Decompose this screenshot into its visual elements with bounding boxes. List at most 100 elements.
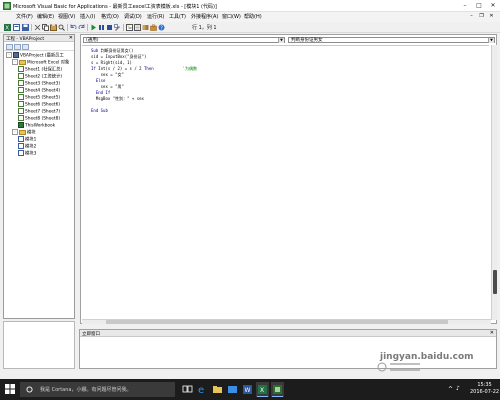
run-icon[interactable]: [90, 24, 97, 31]
project-explorer-title: 工程 - VBAProject: [6, 37, 45, 42]
tree-node-label: Microsoft Excel 对象: [27, 60, 70, 66]
menu-view[interactable]: 视图(V): [58, 13, 75, 21]
close-icon[interactable]: ✕: [490, 330, 494, 336]
windows-start-icon[interactable]: [5, 384, 15, 394]
tree-node[interactable]: Sheet2 (工资统计): [18, 73, 62, 80]
clock[interactable]: 15:35 2016-07-22: [470, 382, 499, 396]
minimize-icon[interactable]: –: [458, 0, 472, 11]
save-icon[interactable]: [22, 24, 29, 31]
task-view-icon[interactable]: [181, 382, 194, 397]
menu-file[interactable]: 文件(F): [16, 13, 33, 21]
object-dropdown[interactable]: (通用) ▼: [83, 37, 285, 43]
clock-time: 15:35: [477, 382, 492, 388]
proj-icon: [13, 52, 19, 58]
scrollbar-thumb[interactable]: [493, 270, 497, 294]
tree-node[interactable]: ThisWorkbook: [18, 122, 55, 129]
break-icon[interactable]: [98, 24, 105, 31]
child-close-icon[interactable]: ✕: [488, 13, 495, 20]
sheet-icon: [18, 101, 24, 107]
tree-node-label: Sheet7 (Sheet7): [25, 109, 61, 115]
tree-node[interactable]: Sheet8 (Sheet8): [18, 115, 60, 122]
store-icon[interactable]: [226, 382, 239, 397]
tree-node[interactable]: Sheet3 (Sheet3): [18, 80, 60, 87]
tree-node[interactable]: - VBAProject (最新员工: [6, 52, 64, 59]
tree-node[interactable]: Sheet4 (Sheet4): [18, 87, 60, 94]
view-object-icon[interactable]: [14, 44, 21, 50]
code-keyword: End Sub: [91, 108, 108, 113]
tree-node[interactable]: 模块1: [18, 136, 36, 143]
menu-format[interactable]: 格式(O): [101, 13, 119, 21]
vba-editor-task-icon[interactable]: [271, 382, 284, 397]
notification-chevron-icon[interactable]: ^: [448, 386, 453, 393]
code-keyword: Else: [95, 78, 106, 83]
cortana-search-box[interactable]: 我是 Cortana，小娜。有问题尽管问我。: [20, 382, 175, 397]
child-restore-icon[interactable]: ❐: [478, 13, 485, 20]
design-mode-icon[interactable]: [114, 24, 121, 31]
find-icon[interactable]: [58, 24, 65, 31]
menu-debug[interactable]: 调试(D): [124, 13, 142, 21]
code-horizontal-scrollbar[interactable]: [82, 319, 491, 324]
insert-module-icon[interactable]: [13, 24, 20, 31]
menu-help[interactable]: 帮助(H): [244, 13, 262, 21]
code-vertical-scrollbar[interactable]: [491, 45, 497, 320]
undo-icon[interactable]: [70, 24, 77, 31]
collapse-toggle-icon[interactable]: -: [6, 52, 12, 58]
view-excel-icon[interactable]: X: [4, 24, 11, 31]
chevron-down-icon[interactable]: ▼: [488, 38, 494, 43]
menu-edit[interactable]: 编辑(E): [37, 13, 54, 21]
chevron-down-icon[interactable]: ▼: [278, 38, 284, 43]
tree-node[interactable]: - 模块: [12, 129, 36, 136]
tree-node[interactable]: - Microsoft Excel 对象: [12, 59, 69, 66]
menu-run[interactable]: 运行(R): [147, 13, 164, 21]
toolbar-separator: [87, 24, 88, 31]
maximize-icon[interactable]: □: [472, 0, 486, 11]
close-icon[interactable]: ✕: [486, 0, 500, 11]
word-icon[interactable]: W: [241, 382, 254, 397]
toolbox-icon[interactable]: [150, 24, 157, 31]
cut-icon[interactable]: [34, 24, 41, 31]
project-explorer-icon[interactable]: [126, 24, 133, 31]
scrollbar-thumb[interactable]: [106, 320, 448, 324]
tree-node[interactable]: Sheet6 (Sheet6): [18, 101, 60, 108]
object-browser-icon[interactable]: [142, 24, 149, 31]
tree-node[interactable]: 模块2: [18, 143, 36, 150]
tree-node-label: VBAProject (最新员工: [20, 53, 64, 59]
menu-window[interactable]: 窗口(W): [222, 13, 241, 21]
file-explorer-icon[interactable]: [211, 382, 224, 397]
tree-node[interactable]: 模块3: [18, 150, 36, 157]
title-bar: Microsoft Visual Basic for Applications …: [0, 0, 500, 12]
close-icon[interactable]: ✕: [69, 35, 73, 41]
object-dropdown-value: (通用): [86, 38, 99, 43]
menu-insert[interactable]: 插入(I): [80, 13, 95, 21]
tree-node[interactable]: Sheet1 (社保汇总): [18, 66, 62, 73]
redo-icon[interactable]: [78, 24, 85, 31]
menu-addins[interactable]: 外接程序(A): [191, 13, 218, 21]
tree-node-label: Sheet4 (Sheet4): [25, 88, 61, 94]
immediate-window[interactable]: 立即窗口 ✕: [79, 329, 497, 369]
menu-tools[interactable]: 工具(T): [169, 13, 186, 21]
volume-icon[interactable]: ♪: [456, 385, 460, 392]
toggle-folders-icon[interactable]: [22, 44, 29, 50]
sheet-icon: [18, 80, 24, 86]
collapse-toggle-icon[interactable]: -: [12, 129, 18, 135]
tree-node[interactable]: Sheet7 (Sheet7): [18, 108, 60, 115]
code-window: (通用) ▼ 判断身份证男女 ▼ Sub 判断身份证男女() sid = Inpu…: [80, 34, 497, 324]
code-comment: '为偶数: [182, 66, 197, 71]
procedure-dropdown[interactable]: 判断身份证男女 ▼: [288, 37, 495, 43]
child-minimize-icon[interactable]: –: [468, 13, 475, 20]
reset-icon[interactable]: [106, 24, 113, 31]
paste-icon[interactable]: [50, 24, 57, 31]
copy-icon[interactable]: [42, 24, 49, 31]
properties-window-icon[interactable]: [134, 24, 141, 31]
excel-icon[interactable]: X: [256, 382, 269, 397]
tree-node[interactable]: Sheet5 (Sheet5): [18, 94, 60, 101]
standard-toolbar: X ? 行 1，列 1: [0, 22, 500, 33]
svg-text:X: X: [260, 387, 264, 394]
code-editor[interactable]: Sub 判断身份证男女() sid = InputBox("身份证") s = Ri…: [82, 45, 489, 320]
collapse-toggle-icon[interactable]: -: [12, 59, 18, 65]
edge-browser-icon[interactable]: e: [196, 382, 209, 397]
help-icon[interactable]: ?: [158, 24, 165, 31]
sheet-icon: [18, 115, 24, 121]
view-code-icon[interactable]: [6, 44, 13, 50]
project-explorer: 工程 - VBAProject ✕ - VBAProject (最新员工 - Micr…: [3, 34, 75, 319]
